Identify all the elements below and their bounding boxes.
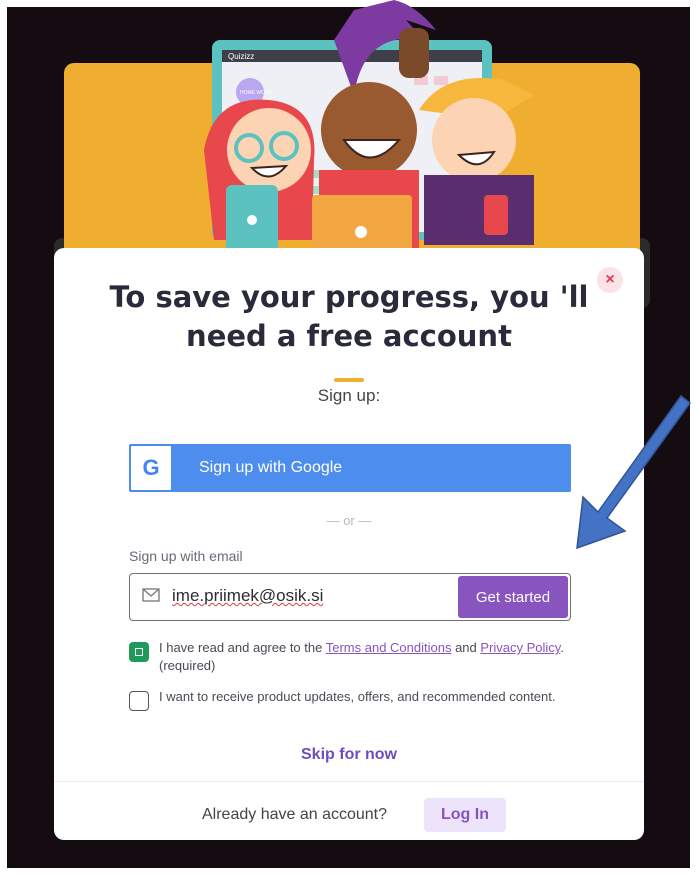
annotation-arrow-icon xyxy=(576,394,692,550)
